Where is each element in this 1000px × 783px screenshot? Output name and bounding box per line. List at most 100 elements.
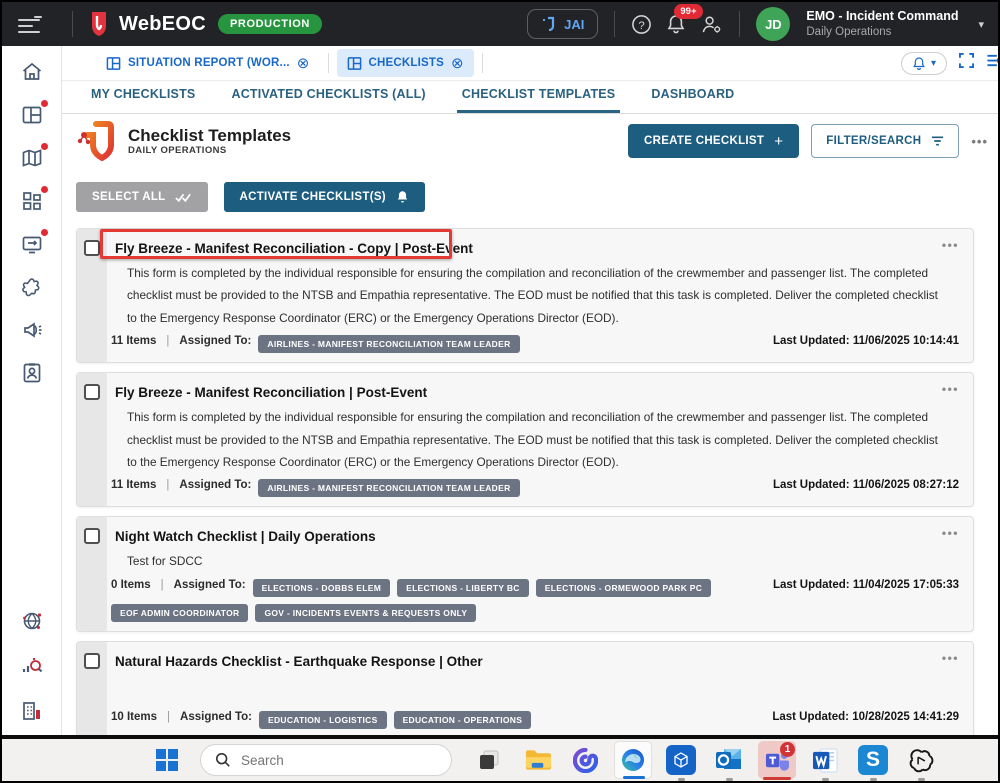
word-button[interactable]	[806, 741, 844, 779]
search-input[interactable]	[241, 753, 411, 768]
create-checklist-label: CREATE CHECKLIST	[644, 135, 764, 147]
jai-button[interactable]: JAI	[527, 9, 598, 39]
checklists-plugin-icon	[76, 121, 118, 161]
tab-situation-report[interactable]: SITUATION REPORT (WOR... ⊗	[96, 49, 320, 77]
filter-search-label: FILTER/SEARCH	[826, 135, 921, 147]
display-icon[interactable]	[20, 232, 44, 256]
template-description: This form is completed by the individual…	[127, 262, 949, 329]
page-title: Checklist Templates	[128, 126, 291, 146]
announcements-icon[interactable]	[20, 318, 44, 342]
template-card: Night Watch Checklist | Daily Operations…	[76, 516, 974, 631]
template-checkbox[interactable]	[84, 653, 100, 669]
template-checkbox[interactable]	[84, 528, 100, 544]
app-cube-button[interactable]	[662, 741, 700, 779]
template-card: Fly Breeze - Manifest Reconciliation | P…	[76, 372, 974, 507]
outlook-button[interactable]	[710, 741, 748, 779]
edge-browser-button[interactable]	[614, 741, 652, 779]
home-icon[interactable]	[20, 60, 44, 84]
running-indicator	[822, 778, 829, 781]
top-bar: WebEOC PRODUCTION JAI ? 99+ JD	[2, 2, 998, 46]
boards-icon[interactable]	[20, 103, 44, 127]
board-list-icon[interactable]	[986, 53, 998, 73]
notifications-button[interactable]: 99+	[666, 13, 686, 35]
plus-icon: +	[774, 133, 783, 150]
organization-icon[interactable]	[20, 699, 44, 723]
view-title-block: Checklist Templates DAILY OPERATIONS	[128, 126, 291, 157]
exercise-globe-icon[interactable]	[20, 609, 44, 633]
chatgpt-button[interactable]	[902, 741, 940, 779]
assignment-badge: AIRLINES - MANIFEST RECONCILIATION TEAM …	[258, 479, 519, 497]
template-description: Test for SDCC	[127, 550, 949, 572]
user-avatar[interactable]: JD	[756, 7, 790, 41]
user-admin-button[interactable]	[700, 14, 723, 35]
assignment-badge: ELECTIONS - LIBERTY BC	[397, 579, 529, 597]
subtab-checklist-templates[interactable]: CHECKLIST TEMPLATES	[457, 87, 621, 113]
close-tab-icon[interactable]: ⊗	[297, 54, 310, 72]
card-gutter	[77, 642, 107, 735]
template-card: Fly Breeze - Manifest Reconciliation - C…	[76, 228, 974, 363]
boards-notification-dot	[41, 100, 48, 107]
tab-checklists[interactable]: CHECKLISTS ⊗	[337, 49, 474, 77]
snagit-button[interactable]: S	[854, 741, 892, 779]
microsoft-365-button[interactable]	[566, 741, 604, 779]
select-all-button[interactable]: SELECT ALL	[76, 182, 208, 212]
activate-label: ACTIVATE CHECKLIST(S)	[240, 191, 386, 203]
board-icon	[347, 56, 362, 71]
fullscreen-icon[interactable]	[959, 53, 974, 73]
template-description	[127, 675, 949, 705]
user-menu-caret-icon[interactable]: ▾	[978, 18, 984, 31]
item-count: 11 Items	[111, 479, 156, 491]
apps-icon[interactable]	[20, 189, 44, 213]
task-view-button[interactable]	[470, 741, 508, 779]
header-overflow-menu[interactable]: •••	[971, 134, 988, 149]
subtab-activated-checklists[interactable]: ACTIVATED CHECKLISTS (ALL)	[226, 87, 430, 113]
close-tab-icon[interactable]: ⊗	[451, 54, 464, 72]
divider	[614, 11, 615, 37]
assignment-badge: EDUCATION - OPERATIONS	[394, 711, 532, 729]
file-explorer-button[interactable]	[518, 741, 556, 779]
card-overflow-menu[interactable]: •••	[942, 238, 959, 252]
item-count: 0 Items	[111, 579, 151, 591]
notification-count-badge: 99+	[674, 4, 702, 19]
incident-group: Daily Operations	[806, 25, 958, 39]
activate-checklists-button[interactable]: ACTIVATE CHECKLIST(S)	[224, 182, 425, 212]
teams-button[interactable]: 1	[758, 741, 796, 779]
subtab-dashboard[interactable]: DASHBOARD	[646, 87, 739, 113]
card-overflow-menu[interactable]: •••	[942, 526, 959, 540]
card-gutter	[77, 229, 107, 362]
help-button[interactable]: ?	[631, 14, 652, 35]
card-overflow-menu[interactable]: •••	[942, 651, 959, 665]
divider: |	[164, 711, 173, 723]
filter-search-button[interactable]: FILTER/SEARCH	[811, 124, 959, 158]
checklist-subtabs: MY CHECKLISTS ACTIVATED CHECKLISTS (ALL)…	[62, 81, 998, 114]
juvare-logo-icon	[89, 11, 109, 37]
template-checkbox[interactable]	[84, 240, 100, 256]
create-checklist-button[interactable]: CREATE CHECKLIST +	[628, 124, 799, 158]
item-count: 11 Items	[111, 335, 156, 347]
display-notification-dot	[41, 229, 48, 236]
bell-icon	[912, 56, 926, 71]
subtab-my-checklists[interactable]: MY CHECKLISTS	[86, 87, 200, 113]
user-context[interactable]: EMO - Incident Command Daily Operations	[806, 9, 958, 39]
taskbar-search[interactable]	[200, 744, 452, 776]
templates-list: SELECT ALL ACTIVATE CHECKLIST(S) Fly Br	[62, 168, 998, 735]
maps-notification-dot	[41, 143, 48, 150]
left-sidebar	[2, 46, 62, 735]
running-indicator	[726, 778, 733, 781]
contacts-icon[interactable]	[20, 361, 44, 385]
search-analytics-icon[interactable]	[20, 654, 44, 678]
tab-notifications-dropdown[interactable]: ▾	[901, 52, 947, 75]
menu-icon[interactable]	[18, 15, 40, 33]
template-title: Natural Hazards Checklist - Earthquake R…	[111, 651, 483, 671]
assigned-to-label: Assigned To:	[179, 479, 251, 491]
teams-notification-badge: 1	[780, 742, 795, 757]
divider: |	[158, 579, 167, 591]
divider	[72, 11, 73, 37]
bell-icon	[396, 190, 409, 204]
start-button[interactable]	[148, 741, 186, 779]
maps-icon[interactable]	[20, 146, 44, 170]
template-title: Fly Breeze - Manifest Reconciliation - C…	[111, 238, 473, 258]
template-checkbox[interactable]	[84, 384, 100, 400]
plugins-icon[interactable]	[20, 275, 44, 299]
card-overflow-menu[interactable]: •••	[942, 382, 959, 396]
